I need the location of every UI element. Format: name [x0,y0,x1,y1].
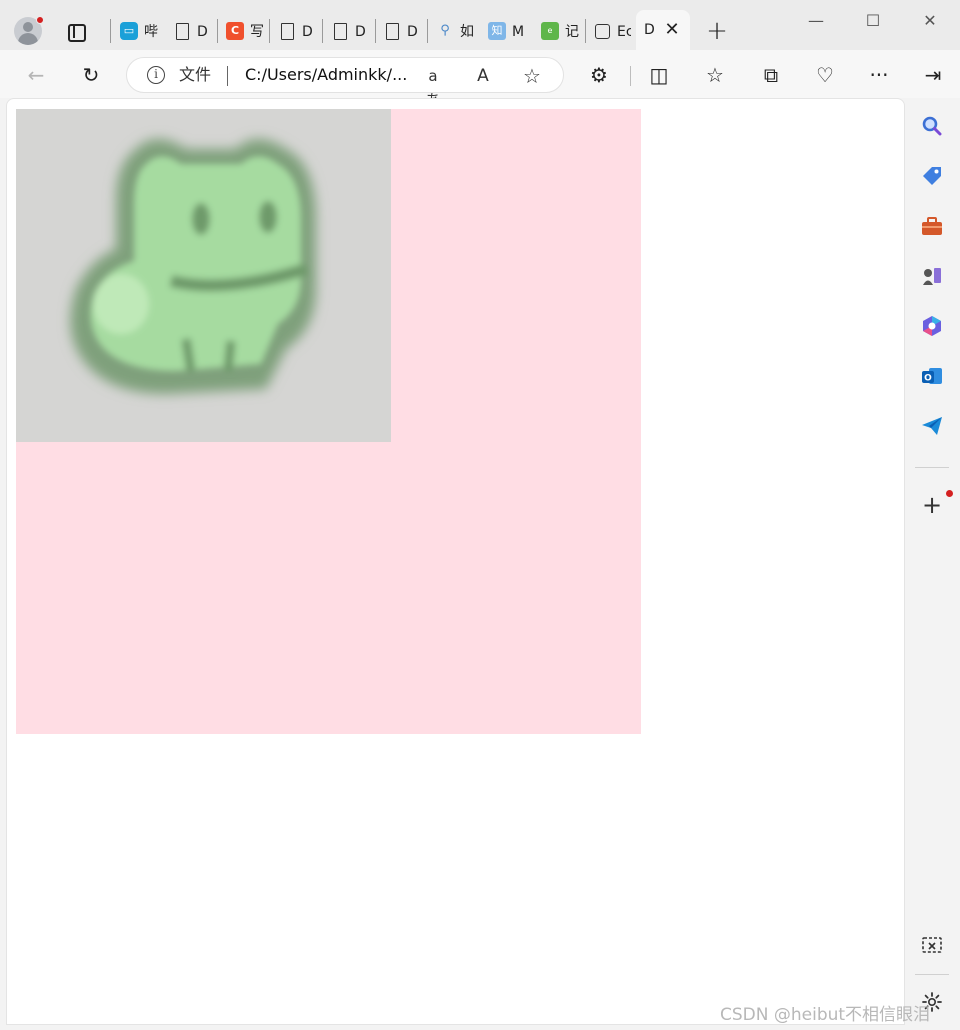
tab-actions-icon[interactable] [62,20,90,44]
info-icon[interactable]: i [147,66,165,84]
sidebar-divider [915,467,949,468]
frog-illustration [16,109,391,442]
page-icon [383,22,401,40]
more-options-icon[interactable]: ··· [866,62,892,88]
new-tab-button[interactable]: + [704,18,730,44]
image-icon [593,22,611,40]
tab-strip: ▭ 哔 D C 写 D D D ⚲ 如 知 M e 记 Ec D ✕ + — ☐… [0,0,960,52]
read-aloud-icon[interactable]: A [471,64,495,88]
tab-title: 如 [460,24,474,40]
refresh-button[interactable]: ↻ [78,62,104,88]
tab-title: 记 [565,24,579,40]
active-tab[interactable]: D ✕ [636,10,690,52]
tab-separator [375,19,376,43]
page-icon [173,22,191,40]
send-icon[interactable] [920,414,944,438]
tab-title: D [197,24,208,40]
svg-text:O: O [924,374,932,384]
tab-separator [269,19,270,43]
tab-title: 写 [250,24,264,40]
screenshot-icon[interactable] [920,934,944,958]
sidebar-toggle-icon[interactable]: ⇥ [920,62,946,88]
edge-sidebar: O + [905,98,960,1030]
url-text[interactable]: C:/Users/Adminkk/... [245,65,407,85]
close-window-button[interactable]: ✕ [915,6,945,36]
search-icon: ⚲ [440,23,450,38]
add-favorite-icon[interactable]: ☆ [520,64,544,88]
collections-icon[interactable]: ⧉ [758,62,784,88]
extensions-icon[interactable]: ⚙ [586,62,612,88]
search-icon[interactable] [920,114,944,138]
page-viewport [6,98,905,1025]
tab-separator [585,19,586,43]
page-icon [278,22,296,40]
watermark: CSDN @heibut不相信眼泪 [720,1005,931,1025]
address-bar[interactable]: i 文件 C:/Users/Adminkk/... aあ A ☆ [126,57,564,109]
maximize-button[interactable]: ☐ [858,6,888,36]
address-scheme-label: 文件 [179,65,212,84]
tab-title: 哔 [144,24,158,40]
split-screen-icon[interactable]: ◫ [646,62,672,88]
address-divider [227,66,228,86]
games-icon[interactable] [920,264,944,288]
tab-title: D [355,24,366,40]
outlook-icon[interactable]: O [920,364,944,388]
minimize-button[interactable]: — [801,6,831,36]
page-icon [331,22,349,40]
tab-title: D [407,24,418,40]
frog-image [16,109,391,442]
shopping-tag-icon[interactable] [920,164,944,188]
copilot-icon[interactable] [920,314,944,338]
navigation-toolbar: ← ↻ i 文件 C:/Users/Adminkk/... aあ A ☆ ⚙ ◫… [0,50,960,109]
csdn-icon: C [226,22,244,40]
tab-separator [322,19,323,43]
browser-essentials-icon[interactable]: ♡ [812,62,838,88]
notification-dot [36,16,44,24]
tools-icon[interactable] [920,214,944,238]
tab-separator [110,19,111,43]
add-sidebar-app-button[interactable]: + [920,493,944,518]
zhihu-icon: 知 [488,22,506,40]
close-tab-icon[interactable]: ✕ [662,20,682,40]
notification-dot [946,490,953,497]
translate-icon[interactable]: aあ [421,64,445,109]
back-button[interactable]: ← [23,62,49,88]
tab-title: D [644,22,655,38]
tab-title: Ec [617,24,631,40]
tab-title: M [512,24,525,40]
tab-separator [427,19,428,43]
toolbar-divider [630,66,631,86]
sidebar-divider [915,974,949,975]
green-app-icon: e [541,22,559,40]
bilibili-icon: ▭ [120,22,138,40]
tab-title: D [302,24,313,40]
tab-separator [217,19,218,43]
favorites-icon[interactable]: ☆ [702,62,728,88]
